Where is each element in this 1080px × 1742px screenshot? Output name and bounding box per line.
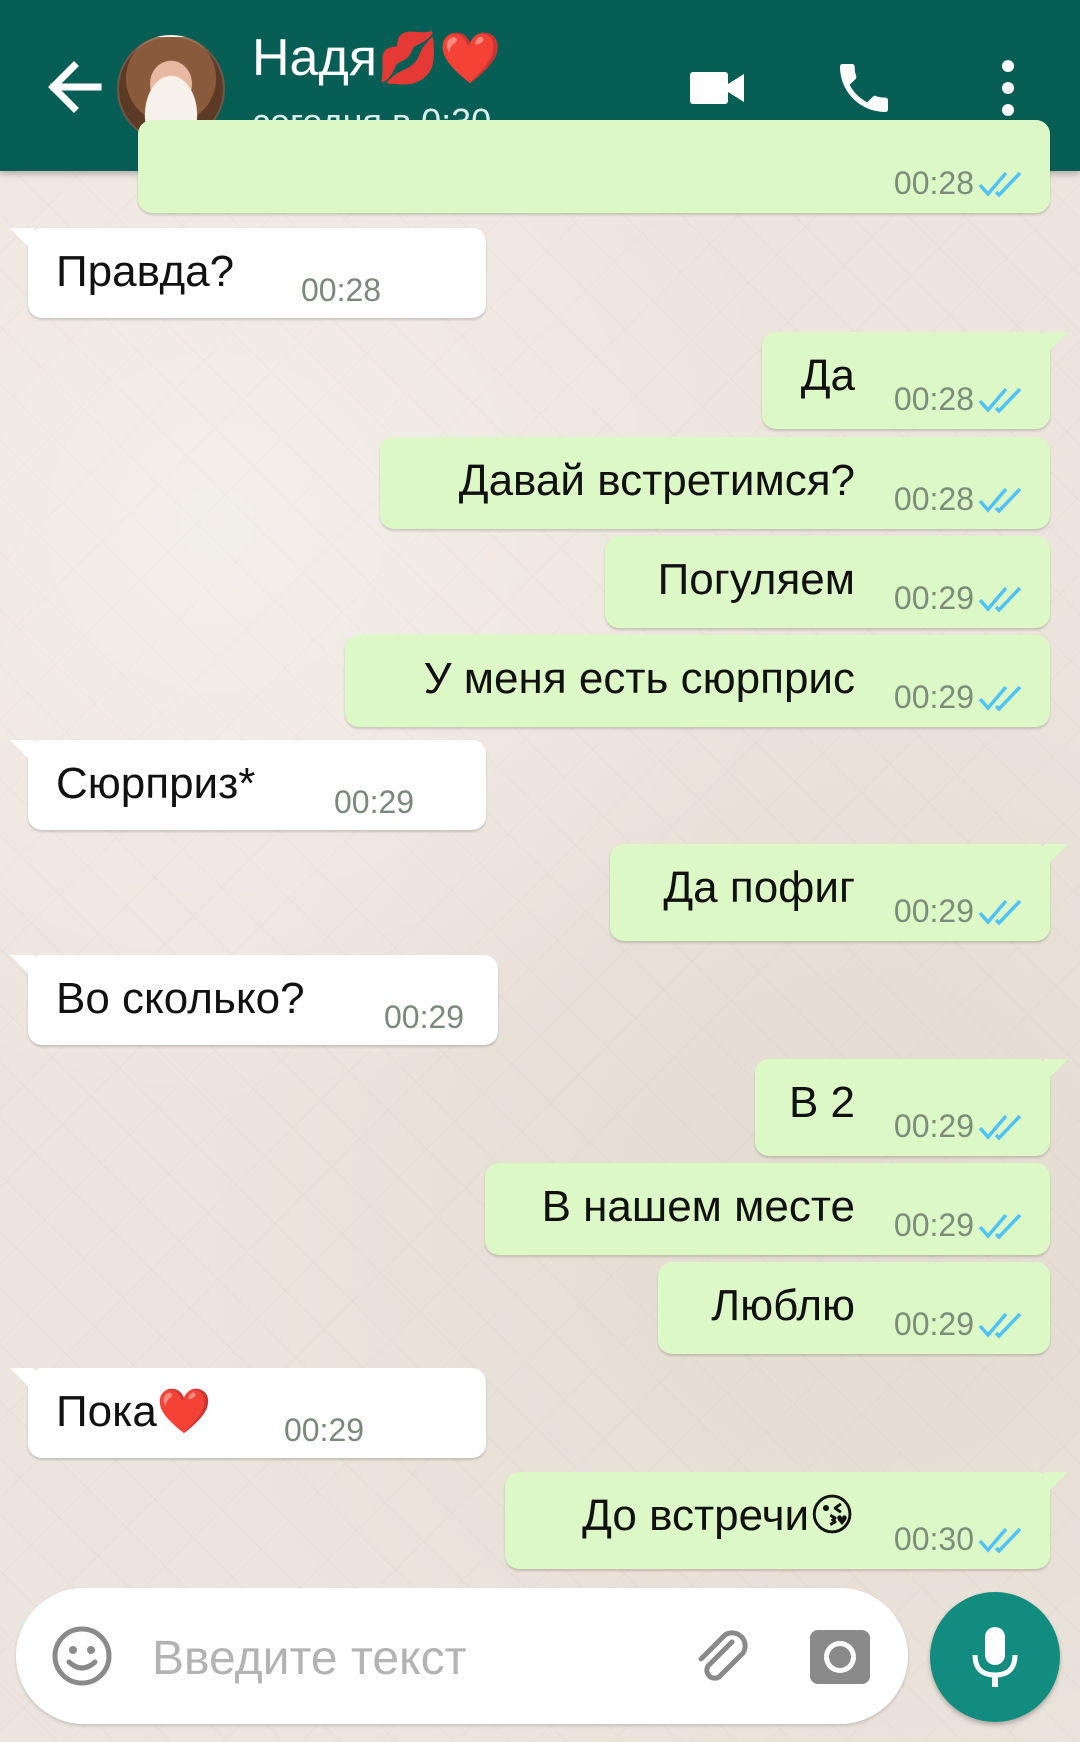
message-time: 00:28 xyxy=(893,381,974,417)
double-check-read-icon xyxy=(978,1312,1022,1339)
message-bubble-outgoing[interactable]: Погуляем 00:29 xyxy=(605,536,1050,628)
double-check-read-icon xyxy=(978,387,1022,414)
bubble-tail xyxy=(1044,332,1068,356)
message-time: 00:28 xyxy=(893,481,974,517)
bubble-tail xyxy=(1044,1472,1068,1496)
camera-button[interactable] xyxy=(808,1626,872,1688)
message-bubble-outgoing[interactable]: У меня есть сюрприс 00:29 xyxy=(345,635,1050,727)
attach-button[interactable] xyxy=(688,1624,754,1690)
double-check-read-icon xyxy=(978,899,1022,926)
message-text: Давай встретимся? xyxy=(458,456,855,505)
message-bubble-incoming[interactable]: Правда? 00:28 xyxy=(10,228,486,318)
message-bubble-outgoing[interactable]: Люблю 00:29 xyxy=(658,1262,1050,1354)
video-call-icon xyxy=(690,72,744,104)
back-button[interactable] xyxy=(40,52,110,122)
message-bubble-incoming[interactable]: Сюрприз* 00:29 xyxy=(10,740,486,830)
message-bubble-outgoing[interactable]: Давай встретимся? 00:28 xyxy=(380,437,1050,529)
message-text: Погуляем xyxy=(657,555,855,604)
message-time: 00:29 xyxy=(334,784,415,820)
more-vert-icon xyxy=(1002,60,1014,116)
message-text: Сюрприз* xyxy=(56,759,256,808)
message-compose-bar xyxy=(16,1588,908,1724)
camera-icon xyxy=(810,1630,870,1684)
message-time: 00:29 xyxy=(893,679,974,715)
emoji-icon xyxy=(52,1626,112,1686)
message-bubble-outgoing[interactable]: До встречи😘 00:30 xyxy=(505,1472,1068,1569)
double-check-read-icon xyxy=(978,586,1022,613)
double-check-read-icon xyxy=(978,487,1022,514)
more-options-button[interactable] xyxy=(990,56,1026,120)
message-time: 00:29 xyxy=(284,1412,365,1448)
message-text: Да пофиг xyxy=(663,863,855,912)
message-time: 00:28 xyxy=(301,272,382,308)
message-bubble-incoming[interactable]: Во сколько? 00:29 xyxy=(10,955,498,1045)
message-time: 00:29 xyxy=(893,1306,974,1342)
message-text: Правда? xyxy=(56,247,235,296)
bubble-tail xyxy=(10,1368,34,1392)
message-text: До встречи😘 xyxy=(582,1491,855,1540)
message-bubble-outgoing[interactable]: 00:28 xyxy=(138,120,1050,213)
message-time: 00:29 xyxy=(893,1207,974,1243)
message-bubble-outgoing[interactable]: Да пофиг 00:29 xyxy=(610,844,1068,941)
message-time: 00:30 xyxy=(893,1521,974,1557)
microphone-icon xyxy=(972,1627,1018,1687)
message-text: Во сколько? xyxy=(56,974,305,1023)
message-bubble-incoming[interactable]: Пока❤️ 00:29 xyxy=(10,1368,486,1458)
message-time: 00:29 xyxy=(384,999,465,1035)
bubble-tail xyxy=(1044,1059,1068,1083)
voice-call-button[interactable] xyxy=(832,56,896,120)
message-time: 00:29 xyxy=(893,893,974,929)
contact-name[interactable]: Надя💋❤️ xyxy=(252,28,502,88)
contact-name-emojis: 💋❤️ xyxy=(376,29,502,87)
double-check-read-icon xyxy=(978,1527,1022,1554)
message-text: В 2 xyxy=(788,1078,855,1127)
message-text: Пока❤️ xyxy=(56,1387,212,1436)
message-text: В нашем месте xyxy=(541,1182,855,1231)
message-time: 00:29 xyxy=(893,580,974,616)
double-check-read-icon xyxy=(978,171,1022,198)
message-bubble-outgoing[interactable]: В нашем месте 00:29 xyxy=(485,1163,1050,1255)
voice-message-button[interactable] xyxy=(930,1592,1060,1722)
back-arrow-icon xyxy=(48,61,102,113)
message-bubble-outgoing[interactable]: Да 00:28 xyxy=(762,332,1068,429)
bubble-tail xyxy=(1044,844,1068,868)
message-bubble-outgoing[interactable]: В 2 00:29 xyxy=(755,1059,1068,1156)
double-check-read-icon xyxy=(978,1114,1022,1141)
double-check-read-icon xyxy=(978,1213,1022,1240)
phone-icon xyxy=(840,64,888,112)
emoji-button[interactable] xyxy=(50,1624,114,1688)
bubble-tail xyxy=(10,740,34,764)
bubble-tail xyxy=(10,228,34,252)
message-time: 00:29 xyxy=(893,1108,974,1144)
paperclip-icon xyxy=(698,1630,748,1681)
message-text: Да xyxy=(800,351,855,400)
message-text: У меня есть сюрприс xyxy=(423,654,855,703)
double-check-read-icon xyxy=(978,685,1022,712)
message-input[interactable] xyxy=(152,1628,572,1688)
video-call-button[interactable] xyxy=(688,58,748,118)
bubble-tail xyxy=(10,955,34,979)
message-time: 00:28 xyxy=(893,165,974,201)
message-text: Люблю xyxy=(711,1281,855,1330)
